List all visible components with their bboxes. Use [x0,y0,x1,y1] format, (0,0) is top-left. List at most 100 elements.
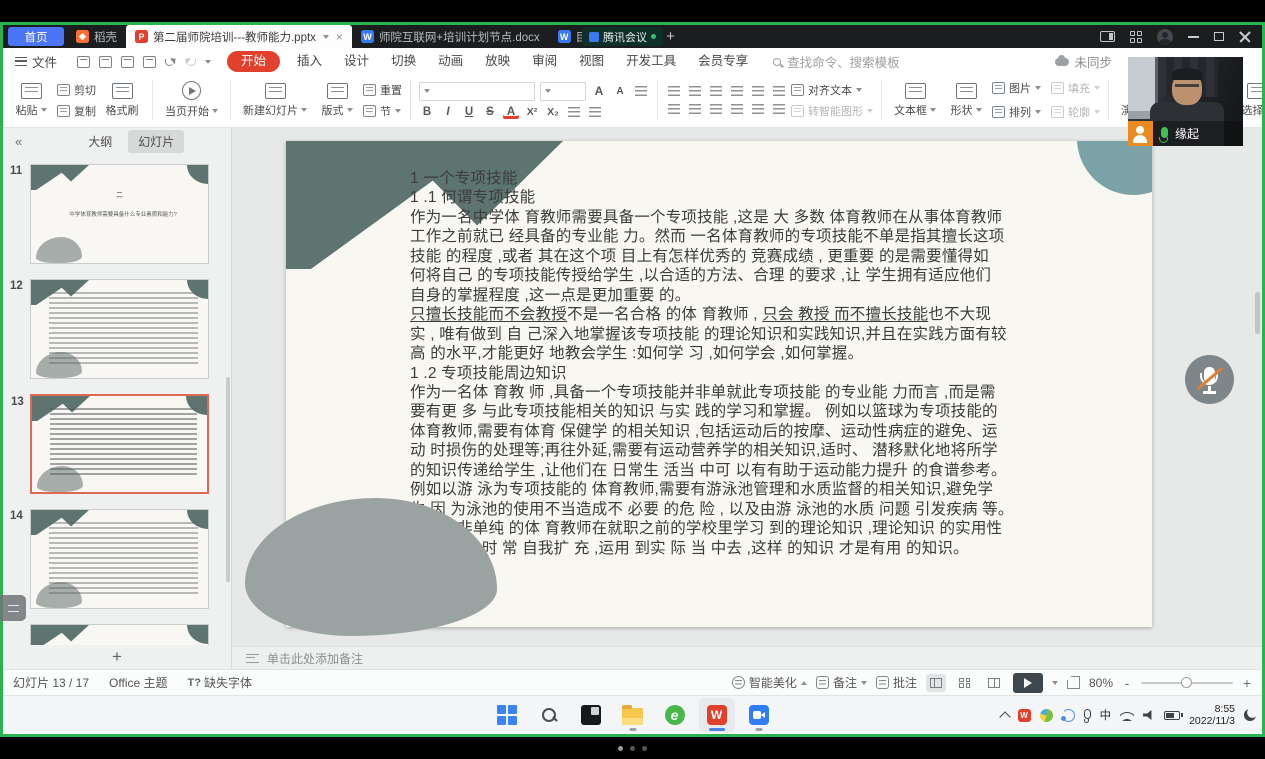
save-icon[interactable] [77,56,90,68]
tray-expand-icon[interactable] [999,711,1010,722]
ribbon-tab-item[interactable]: 开发工具 [615,48,687,75]
section-button[interactable]: 节 [363,103,402,119]
export-icon[interactable] [99,56,112,68]
webcam-overlay[interactable]: 缘起 [1128,57,1243,146]
increase-font-button[interactable]: A [591,84,607,98]
volume-icon[interactable] [1143,710,1155,720]
bold-button[interactable]: B [419,105,435,119]
ribbon-tab-item[interactable]: 切换 [380,48,427,75]
slide-sorter-view-button[interactable] [955,674,975,692]
customize-quick-access-icon[interactable] [205,60,211,64]
distribute-button[interactable] [750,102,766,116]
ribbon-tab-item[interactable]: 插入 [286,48,333,75]
decrease-indent-button[interactable] [708,84,724,98]
maximize-button[interactable] [1214,32,1224,41]
muted-mic-float-button[interactable] [1185,355,1234,404]
tab-close-icon[interactable]: × [336,30,343,44]
document-tab[interactable]: P第二届师院培训---教师能力.pptx× [126,25,352,48]
close-button[interactable] [1239,31,1251,43]
zoom-level[interactable]: 80% [1089,676,1113,690]
normal-view-button[interactable] [926,674,946,692]
tray-sync-icon[interactable] [1062,709,1075,722]
wifi-icon[interactable] [1120,710,1134,721]
search-button[interactable] [531,698,567,732]
italic-button[interactable]: I [440,105,456,119]
increase-indent-button[interactable] [729,84,745,98]
tray-wps-icon[interactable]: W [1018,709,1031,722]
decrease-font-button[interactable]: A [612,84,628,98]
slide-thumbnail-12[interactable]: 12 [30,279,209,379]
minimize-button[interactable] [1188,36,1199,38]
zoom-slider-knob[interactable] [1181,677,1192,688]
align-center-button[interactable] [687,102,703,116]
side-panel-handle[interactable] [0,595,26,621]
print-preview-icon[interactable] [143,56,156,68]
align-text-button[interactable]: 对齐文本 [791,82,873,98]
account-avatar[interactable] [1157,29,1173,45]
font-size-select[interactable] [540,82,586,101]
internet-explorer-button[interactable]: e [657,698,693,732]
command-search[interactable]: 查找命令、搜索模板 [773,52,900,71]
slide-thumbnail-14[interactable]: 14 [30,509,209,609]
tencent-meeting-badge[interactable]: 腾讯会议 [582,27,663,46]
skin-settings-icon[interactable] [1100,31,1115,42]
superscript-button[interactable]: X² [524,105,540,119]
add-slide-button[interactable]: + [3,645,231,669]
document-tab[interactable]: W师院互联网+培训计划节点.docx [352,25,549,48]
print-icon[interactable] [121,56,134,68]
bullet-list-button[interactable] [666,84,682,98]
copy-button[interactable]: 复制 [57,103,96,119]
widgets-button[interactable] [573,698,609,732]
wps-office-button[interactable]: W [699,698,735,732]
phonetic-guide-button[interactable] [566,105,582,119]
ribbon-tab-item[interactable]: 设计 [333,48,380,75]
strikethrough-button[interactable]: S [482,105,498,119]
start-button[interactable] [489,698,525,732]
reset-button[interactable]: 重置 [363,82,402,98]
battery-icon[interactable] [1164,711,1180,720]
shapes-button[interactable]: 形状 [944,77,988,123]
picture-button[interactable]: 图片 [992,78,1041,98]
workspace-grid-icon[interactable] [1130,31,1142,43]
smart-beautify-button[interactable]: 智能美化 [732,674,807,691]
home-tab[interactable]: 首页 [8,27,64,46]
notes-toggle-button[interactable]: 备注 [816,674,867,691]
highlight-button[interactable] [587,105,603,119]
thumbnail-scrollbar[interactable] [226,377,230,583]
taskbar-clock[interactable]: 8:55 2022/11/3 [1189,703,1235,727]
ime-indicator[interactable]: 中 [1100,707,1112,723]
slide-thumbnail-11[interactable]: 11二中学体育教师需要具备什么专业素质和能力? [30,164,209,264]
underline-button[interactable]: U [461,105,477,119]
align-right-button[interactable] [708,102,724,116]
tencent-meeting-button[interactable] [741,698,777,732]
arrange-button[interactable]: 排列 [992,102,1041,122]
to-smartart-button[interactable]: 转智能图形 [791,103,873,119]
zoom-out-button[interactable]: - [1122,675,1132,691]
slide-thumbnail-15[interactable]: 15 [30,624,209,645]
format-painter-button[interactable]: 格式刷 [100,77,144,123]
textbox-button[interactable]: 文本框 [890,77,940,123]
slide-text-block[interactable]: 1 一个专项技能1 .1 何谓专项技能作为一名中学体 育教师需要具备一个专项技能… [410,169,1032,558]
ribbon-tab-active[interactable]: 开始 [227,51,280,72]
subscript-button[interactable]: X₂ [545,105,561,119]
canvas-scrollbar[interactable] [1255,292,1260,334]
line-spacing-button[interactable] [771,84,787,98]
ribbon-tab-item[interactable]: 审阅 [521,48,568,75]
theme-label[interactable]: Office 主题 [109,674,167,691]
reading-view-button[interactable] [984,674,1004,692]
notes-bar[interactable]: 单击此处添加备注 [232,646,1262,669]
redo-icon[interactable] [185,58,196,66]
play-options-caret[interactable] [1052,681,1058,685]
justify-button[interactable] [729,102,745,116]
ribbon-tab-item[interactable]: 视图 [568,48,615,75]
paste-button[interactable]: 粘贴 [9,77,53,123]
slide-thumbnail-13[interactable]: 13 [30,394,209,494]
ribbon-tab-item[interactable]: 会员专享 [687,48,759,75]
font-color-button[interactable]: A [503,105,519,119]
tray-360-icon[interactable] [1040,709,1053,722]
columns-button[interactable] [771,102,787,116]
tab-outline[interactable]: 大纲 [78,130,122,153]
tab-menu-caret[interactable] [323,35,329,39]
zoom-in-button[interactable]: + [1242,675,1252,691]
missing-font-indicator[interactable]: T? 缺失字体 [188,674,252,691]
